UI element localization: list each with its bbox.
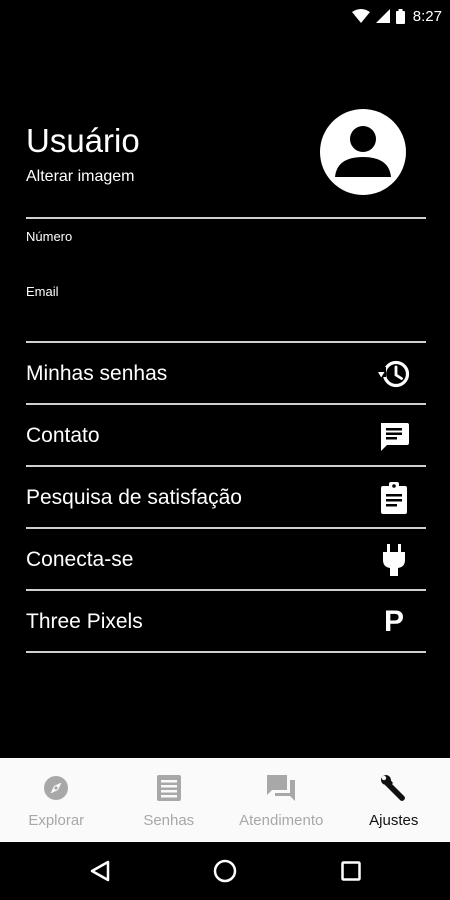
menu-item-three-pixels[interactable]: Three Pixels P <box>26 591 426 653</box>
bottom-navigation: Explorar Senhas Atendimento Ajustes <box>0 758 450 842</box>
list-icon <box>156 774 181 802</box>
forum-icon <box>267 774 296 802</box>
back-icon[interactable] <box>88 859 112 883</box>
plug-icon <box>376 542 412 578</box>
history-icon <box>376 356 412 392</box>
menu-item-conecta-se[interactable]: Conecta-se <box>26 529 426 591</box>
tab-label: Explorar <box>28 812 85 829</box>
menu-item-label: Minhas senhas <box>26 362 168 385</box>
menu-item-label: Conecta-se <box>26 548 134 571</box>
tab-senhas[interactable]: Senhas <box>113 758 226 842</box>
menu-item-pesquisa[interactable]: Pesquisa de satisfação <box>26 467 426 529</box>
recents-icon[interactable] <box>339 859 363 883</box>
menu-item-label: Contato <box>26 424 100 447</box>
tab-explorar[interactable]: Explorar <box>0 758 113 842</box>
menu-item-minhas-senhas[interactable]: Minhas senhas <box>26 343 426 405</box>
tab-label: Ajustes <box>369 812 419 829</box>
number-field-label[interactable]: Número <box>26 229 72 244</box>
divider <box>26 217 426 219</box>
compass-icon <box>43 774 69 802</box>
tab-atendimento[interactable]: Atendimento <box>225 758 338 842</box>
profile-name: Usuário <box>26 122 140 159</box>
chat-icon <box>376 418 412 454</box>
menu-item-contato[interactable]: Contato <box>26 405 426 467</box>
menu-item-label: Pesquisa de satisfação <box>26 486 242 509</box>
avatar-icon[interactable] <box>320 109 406 195</box>
email-field-label[interactable]: Email <box>26 284 59 299</box>
tab-ajustes[interactable]: Ajustes <box>338 758 450 842</box>
divider <box>26 651 426 653</box>
status-time: 8:27 <box>412 7 442 25</box>
clipboard-icon <box>376 480 412 516</box>
wrench-icon <box>380 774 408 802</box>
tab-label: Atendimento <box>239 812 324 829</box>
tab-label: Senhas <box>143 812 195 829</box>
home-icon[interactable] <box>213 859 237 883</box>
change-image-link[interactable]: Alterar imagem <box>26 168 134 186</box>
parking-icon: P <box>383 605 404 638</box>
system-navigation-bar <box>0 842 450 900</box>
wifi-icon <box>351 9 370 23</box>
menu-item-label: Three Pixels <box>26 610 143 633</box>
status-bar: 8:27 <box>0 0 450 32</box>
signal-icon <box>375 9 390 23</box>
battery-icon <box>395 8 405 24</box>
status-icons: 8:27 <box>351 6 442 26</box>
